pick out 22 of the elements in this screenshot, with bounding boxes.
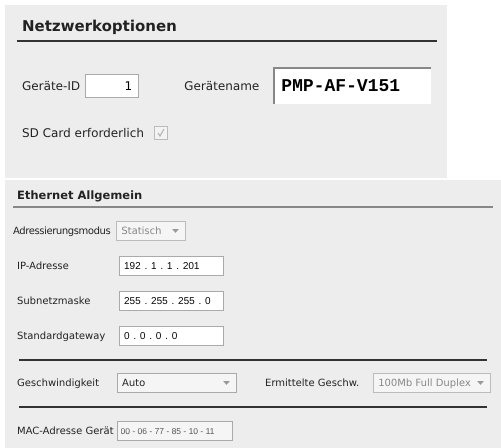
addressing-mode-label: Adressierungsmodus: [13, 226, 110, 236]
device-name-field[interactable]: PMP-AF-V151: [273, 67, 432, 104]
check-icon: [156, 128, 166, 138]
caret-icon: [223, 381, 230, 385]
speed-label: Geschwindigkeit: [16, 378, 100, 388]
caret-icon: [477, 381, 484, 385]
mac-address-label: MAC-Adresse Gerät: [16, 426, 114, 436]
speed-dropdown[interactable]: Auto: [117, 373, 237, 393]
ip-address-field[interactable]: 0 . 0 . 0 . 0: [119, 326, 224, 346]
device-id-field[interactable]: 1: [85, 74, 140, 98]
ip-field-label: Subnetzmaske: [16, 296, 92, 306]
section-title: Ethernet Allgemein: [16, 188, 144, 202]
ip-field-label: IP-Adresse: [16, 260, 70, 272]
device-id-label: Geräte-ID: [22, 78, 80, 92]
ip-address-field[interactable]: 255 . 255 . 255 . 0: [119, 291, 224, 311]
ip-address-field[interactable]: 192 . 1 . 1 . 201: [119, 256, 224, 276]
sd-card-label: SD Card erforderlich: [22, 126, 144, 140]
device-name-label: Gerätename: [184, 78, 260, 92]
detected-speed-label: Ermittelte Geschw.: [264, 378, 360, 388]
section-title: Netzwerkoptionen: [21, 17, 178, 35]
caret-icon: [172, 229, 180, 233]
ip-field-label: Standardgateway: [16, 330, 106, 342]
